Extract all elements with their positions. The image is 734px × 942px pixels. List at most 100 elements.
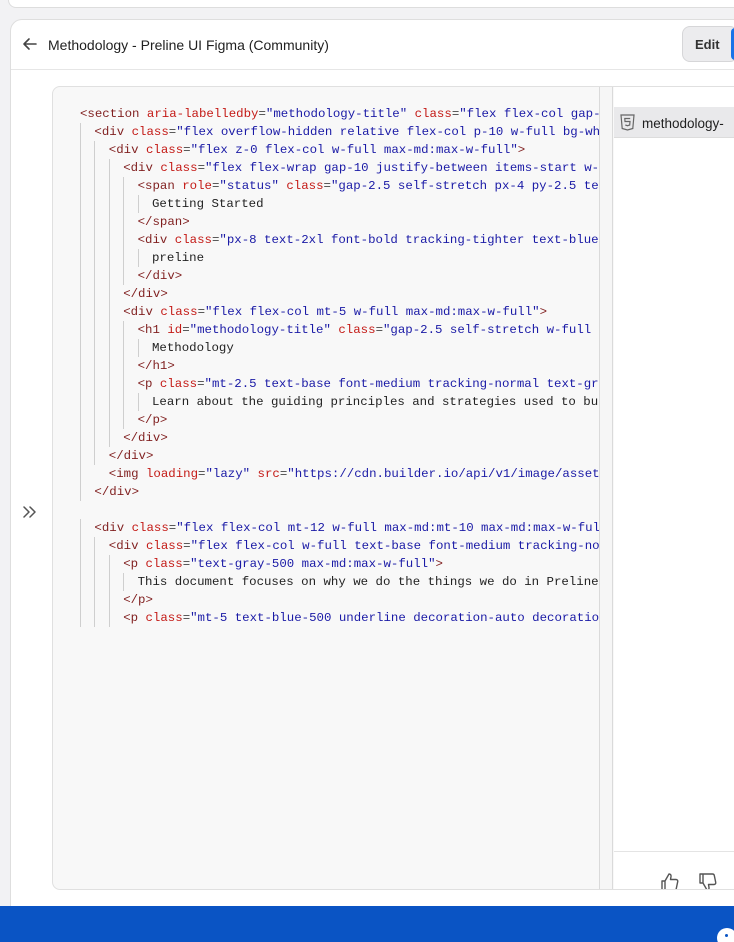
code-token: class — [330, 323, 376, 337]
code-token: <section — [80, 107, 147, 121]
code-line: <div class="flex z-0 flex-col w-full max… — [109, 141, 525, 159]
thumbs-up-icon[interactable] — [659, 871, 681, 890]
window-top-strip — [0, 0, 734, 10]
code-line: Methodology — [152, 339, 234, 357]
code-viewer[interactable]: <section aria-labelledby="methodology-ti… — [52, 86, 734, 890]
split-divider-handle[interactable] — [599, 87, 613, 889]
window-top-cap — [8, 0, 734, 8]
code-token: Getting Started — [152, 197, 264, 211]
code-preview-panel: Methodology - Preline UI Figma (Communit… — [10, 19, 734, 907]
code-token: "px-8 text-2xl font-bold tracking-tighte… — [219, 233, 613, 247]
code-line: </div> — [138, 267, 183, 285]
more-options-button[interactable] — [717, 928, 734, 942]
panel-title: Methodology - Preline UI Figma (Communit… — [48, 37, 329, 53]
code-token: "flex flex-col gap-12 p — [459, 107, 613, 121]
indent-guide — [94, 537, 96, 627]
code-token: </div> — [123, 431, 168, 445]
code-token: <div — [137, 233, 175, 247]
code-line: </p> — [138, 411, 168, 429]
code-token: src — [250, 467, 280, 481]
code-line: <p class="text-gray-500 max-md:max-w-ful… — [123, 555, 443, 573]
code-token: class — [131, 125, 169, 139]
code-line: <div class="flex overflow-hidden relativ… — [94, 123, 613, 141]
code-token: This document focuses on why we do the t… — [137, 575, 613, 589]
code-token: class — [131, 521, 169, 535]
thumbs-down-icon[interactable] — [697, 871, 719, 890]
expand-panel-icon[interactable] — [21, 504, 39, 520]
code-token: "flex flex-col mt-12 w-full max-md:mt-10… — [176, 521, 613, 535]
code-token: <div — [94, 125, 132, 139]
code-token: = — [197, 305, 205, 319]
feedback-divider — [614, 851, 734, 852]
code-line: <span role="status" class="gap-2.5 self-… — [138, 177, 613, 195]
code-token: = — [182, 557, 191, 571]
code-token: <span — [137, 179, 183, 193]
code-token: "flex overflow-hidden relative flex-col … — [176, 125, 613, 139]
code-token: = — [197, 377, 205, 391]
code-token: </div> — [108, 449, 154, 463]
code-token: = — [183, 143, 191, 157]
code-line: <img loading="lazy" src="https://cdn.bui… — [109, 465, 613, 483]
code-token: "gap-2.5 self-stretch w-full text — [383, 323, 613, 337]
code-line: preline — [152, 249, 204, 267]
indent-guide — [80, 519, 81, 627]
code-token: </span> — [137, 215, 190, 229]
code-token: "https://cdn.builder.io/api/v1/image/ass… — [287, 467, 613, 481]
code-token: </p> — [123, 593, 153, 607]
code-token: </div> — [137, 269, 183, 283]
code-line: <div class="flex flex-col mt-5 w-full ma… — [123, 303, 547, 321]
indent-guide — [123, 177, 125, 285]
code-token: "status" — [219, 179, 279, 193]
code-token: </div> — [123, 287, 168, 301]
file-side-panel: methodology- — [614, 87, 734, 889]
code-token: = — [182, 323, 190, 337]
code-line: <p class="mt-5 text-blue-500 underline d… — [123, 609, 613, 627]
code-token: id — [167, 323, 183, 337]
code-line: </div> — [94, 483, 139, 501]
code-token: = — [197, 161, 205, 175]
code-token: class — [145, 143, 184, 157]
code-token: <p — [123, 557, 146, 571]
indent-guide — [137, 393, 139, 411]
indent-guide — [94, 141, 96, 465]
code-token: = — [323, 179, 331, 193]
file-tab[interactable]: methodology- — [614, 107, 734, 138]
code-token: class — [160, 161, 198, 175]
code-token: = — [183, 539, 191, 553]
code-line: </span> — [138, 213, 190, 231]
code-token: "methodology-title" — [265, 107, 408, 121]
code-line: <div class="flex flex-col mt-12 w-full m… — [94, 519, 613, 537]
code-token: </p> — [137, 413, 168, 427]
code-line: <div class="flex flex-wrap gap-10 justif… — [123, 159, 613, 177]
code-token: Learn about the guiding principles and s… — [152, 395, 613, 409]
code-token: "lazy" — [205, 467, 251, 481]
code-token: "methodology-title" — [189, 323, 331, 337]
code-token: preline — [152, 251, 205, 265]
code-token: loading — [145, 467, 199, 481]
code-token: class — [145, 557, 183, 571]
code-token: <p — [123, 611, 146, 625]
code-token: role — [182, 179, 212, 193]
code-line: <div class="px-8 text-2xl font-bold trac… — [138, 231, 613, 249]
back-arrow-icon[interactable] — [20, 34, 40, 54]
indent-guide — [108, 159, 110, 447]
code-token: "flex flex-col w-full text-base font-med… — [190, 539, 613, 553]
code-token: "flex flex-col mt-5 w-full max-md:max-w-… — [205, 305, 540, 319]
code-token: = — [375, 323, 383, 337]
code-content: <section aria-labelledby="methodology-ti… — [53, 87, 613, 889]
code-token: "flex z-0 flex-col w-full max-md:max-w-f… — [190, 143, 518, 157]
code-line: <section aria-labelledby="methodology-ti… — [80, 105, 613, 123]
code-token: <div — [108, 539, 146, 553]
code-token: "gap-2.5 self-stretch px-4 py-2.5 text-b — [330, 179, 613, 193]
indent-guide — [137, 195, 139, 213]
code-line: </h1> — [138, 357, 175, 375]
edit-button[interactable]: Edit — [682, 26, 734, 62]
code-line: <div class="flex flex-col w-full text-ba… — [109, 537, 613, 555]
code-token: "mt-5 text-blue-500 underline decoration… — [190, 611, 613, 625]
code-line: Learn about the guiding principles and s… — [152, 393, 613, 411]
code-token: > — [435, 557, 443, 571]
indent-guide — [108, 555, 110, 627]
code-token: = — [182, 611, 191, 625]
code-token: class — [278, 179, 324, 193]
code-token: class — [159, 377, 198, 391]
